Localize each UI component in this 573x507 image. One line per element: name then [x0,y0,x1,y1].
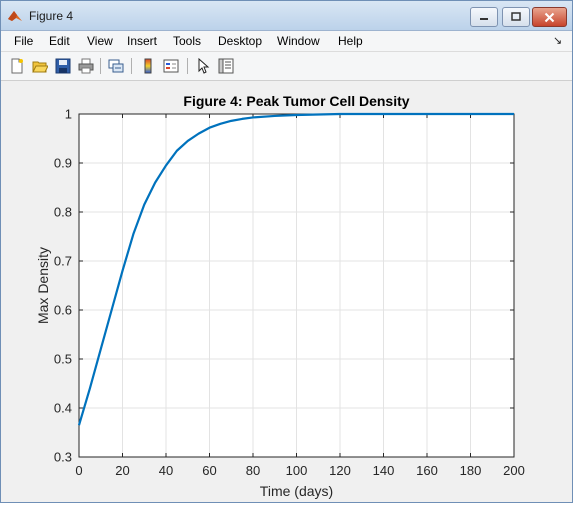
x-tick-label: 80 [246,463,260,478]
new-figure-icon [11,58,23,74]
x-tick-label: 160 [416,463,438,478]
print-icon [78,58,94,74]
x-tick-label: 140 [373,463,395,478]
dock-arrow-icon[interactable]: ↘ [553,34,562,47]
y-tick-label: 0.6 [54,303,72,318]
menu-desktop[interactable]: Desktop [218,34,262,48]
property-inspector-button[interactable] [216,56,236,76]
toolbar-separator [187,58,188,74]
x-tick-label: 40 [159,463,173,478]
x-tick-label: 200 [503,463,525,478]
menu-insert[interactable]: Insert [127,34,157,48]
save-button[interactable] [53,56,73,76]
y-axis-label: Max Density [35,247,51,324]
x-tick-labels: 0 20 40 60 80 100 120 140 160 180 200 [75,463,524,478]
new-figure-button[interactable] [7,56,27,76]
edit-plot-icon [198,58,210,74]
title-bar[interactable]: Figure 4 [1,1,572,31]
line-chart[interactable]: 0 20 40 60 80 100 120 140 160 180 200 0.3 0.4 0.5 0.6… [1,81,572,502]
link-plot-button[interactable] [106,56,126,76]
toolbar-separator [131,58,132,74]
menu-help[interactable]: Help [338,34,363,48]
property-inspector-icon [218,58,234,74]
figure-toolbar [1,52,572,81]
y-tick-label: 0.4 [54,401,72,416]
maximize-icon [511,12,521,21]
x-tick-label: 60 [202,463,216,478]
minimize-button[interactable] [470,7,498,27]
x-axis-label: Time (days) [260,483,333,499]
minimize-icon [480,18,488,20]
menu-view[interactable]: View [87,34,113,48]
plot-area: 0 20 40 60 80 100 120 140 160 180 200 0.3 0.4 0.5 0.6… [1,81,572,502]
figure-window: Figure 4 File Edit View Insert Tools Des… [0,0,573,503]
close-button[interactable] [532,7,567,27]
y-tick-labels: 0.3 0.4 0.5 0.6 0.7 0.8 0.9 1 [54,107,72,465]
x-tick-label: 120 [329,463,351,478]
y-tick-label: 0.9 [54,156,72,171]
maximize-button[interactable] [502,7,530,27]
x-tick-label: 20 [115,463,129,478]
menu-file[interactable]: File [14,34,33,48]
y-tick-label: 0.7 [54,254,72,269]
menu-edit[interactable]: Edit [49,34,70,48]
save-icon [55,58,71,74]
y-tick-label: 0.3 [54,450,72,465]
link-plot-icon [108,59,124,73]
menu-window[interactable]: Window [277,34,320,48]
open-file-icon [32,61,48,73]
menu-tools[interactable]: Tools [173,34,201,48]
insert-colorbar-icon [144,58,152,74]
edit-plot-button[interactable] [193,56,213,76]
matlab-logo-icon [8,11,22,21]
x-tick-label: 180 [460,463,482,478]
chart-title: Figure 4: Peak Tumor Cell Density [183,93,409,109]
open-file-button[interactable] [30,56,50,76]
x-tick-label: 0 [75,463,82,478]
window-title: Figure 4 [29,9,74,23]
menu-bar: File Edit View Insert Tools Desktop Wind… [1,31,572,52]
print-button[interactable] [76,56,96,76]
insert-legend-button[interactable] [161,56,181,76]
y-tick-label: 1 [65,107,72,122]
y-tick-label: 0.8 [54,205,72,220]
insert-colorbar-button[interactable] [138,56,158,76]
close-icon [544,12,555,22]
insert-legend-icon [163,59,179,73]
x-tick-label: 100 [286,463,308,478]
y-tick-label: 0.5 [54,352,72,367]
toolbar-separator [100,58,101,74]
